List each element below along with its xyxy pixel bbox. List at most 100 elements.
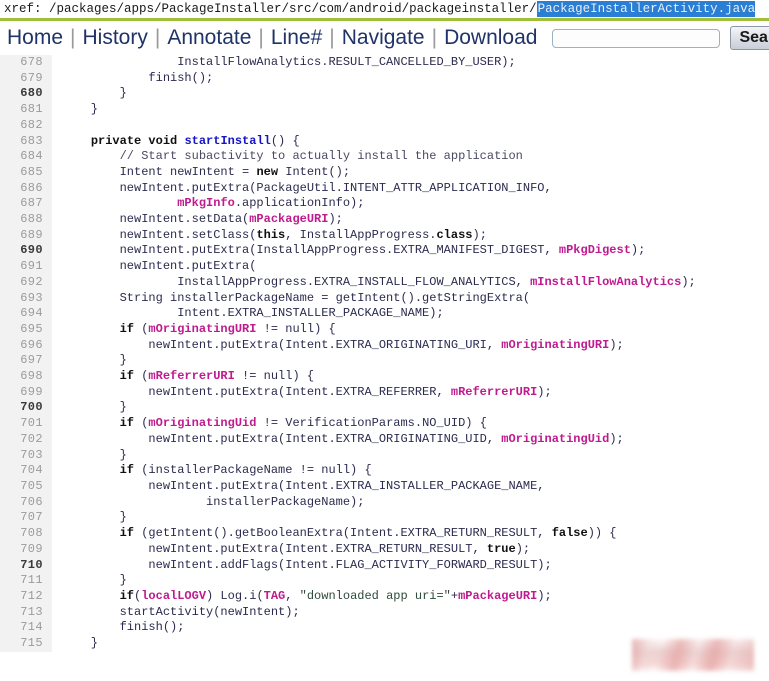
- line-number[interactable]: 687: [0, 196, 52, 213]
- code-line: 705 newIntent.putExtra(Intent.EXTRA_INST…: [0, 478, 769, 495]
- nav-link-download[interactable]: Download: [437, 24, 544, 52]
- line-number[interactable]: 711: [0, 573, 52, 589]
- xref-label: xref:: [4, 2, 50, 16]
- code-variable[interactable]: mOriginatingURI: [148, 322, 256, 336]
- code-line: 685 Intent newIntent = new Intent();: [0, 164, 769, 181]
- search-input[interactable]: [552, 28, 721, 48]
- line-number[interactable]: 679: [0, 70, 52, 87]
- line-number[interactable]: 698: [0, 369, 52, 385]
- code-line: 687 mPkgInfo.applicationInfo);: [0, 196, 769, 213]
- code-line-content: newIntent.setData(mPackageURI);: [52, 212, 769, 228]
- code-text: );: [472, 227, 487, 242]
- line-number[interactable]: 681: [0, 102, 52, 118]
- code-line-content: }: [52, 448, 769, 464]
- code-text: (: [134, 369, 149, 384]
- line-number[interactable]: 682: [0, 117, 52, 134]
- code-text: != null) {: [256, 321, 336, 336]
- line-number[interactable]: 699: [0, 384, 52, 401]
- nav-link-history[interactable]: History: [76, 24, 155, 52]
- line-number[interactable]: 707: [0, 510, 52, 527]
- code-keyword: if: [119, 526, 135, 541]
- line-number[interactable]: 712: [0, 588, 52, 605]
- xref-current-file[interactable]: PackageInstallerActivity.java: [536, 1, 756, 17]
- nav-link-annotate[interactable]: Annotate: [160, 24, 258, 52]
- code-text: );: [681, 274, 696, 289]
- search-group: Search: [552, 26, 769, 50]
- line-number[interactable]: 714: [0, 620, 52, 637]
- line-number[interactable]: 685: [0, 164, 52, 181]
- line-number[interactable]: 708: [0, 526, 52, 542]
- line-number[interactable]: 694: [0, 306, 52, 322]
- line-number[interactable]: 715: [0, 636, 52, 652]
- code-keyword: if: [119, 588, 135, 603]
- code-text: );: [537, 588, 552, 603]
- line-number[interactable]: 704: [0, 463, 52, 479]
- xref-path-link[interactable]: /packages/apps/PackageInstaller/src/com/…: [49, 2, 537, 16]
- line-number[interactable]: 686: [0, 180, 52, 197]
- code-line-content: newIntent.putExtra(Intent.EXTRA_ORIGINAT…: [52, 338, 769, 354]
- nav-link-home[interactable]: Home: [0, 24, 70, 52]
- line-number[interactable]: 680: [0, 86, 52, 103]
- line-number[interactable]: 692: [0, 274, 52, 291]
- code-variable[interactable]: mOriginatingUid: [501, 432, 609, 446]
- code-text: installerPackageName);: [62, 494, 365, 509]
- line-number[interactable]: 684: [0, 149, 52, 165]
- code-variable[interactable]: mOriginatingURI: [501, 338, 609, 352]
- line-number[interactable]: 689: [0, 227, 52, 244]
- line-number[interactable]: 705: [0, 478, 52, 495]
- code-text: InstallFlowAnalytics.RESULT_CANCELLED_BY…: [62, 55, 516, 69]
- line-number[interactable]: 693: [0, 290, 52, 307]
- line-number[interactable]: 703: [0, 447, 52, 464]
- line-number[interactable]: 700: [0, 400, 52, 417]
- search-button[interactable]: Search: [730, 26, 769, 50]
- code-line: 681 }: [0, 102, 769, 118]
- line-number[interactable]: 695: [0, 321, 52, 338]
- code-text: finish();: [62, 620, 185, 635]
- code-variable[interactable]: mReferrerURI: [451, 385, 537, 399]
- code-text: != null) {: [234, 369, 315, 384]
- code-text: }: [62, 636, 99, 651]
- code-variable[interactable]: localLOGV: [141, 589, 206, 603]
- code-line: 693 String installerPackageName = getInt…: [0, 290, 769, 307]
- code-definition-link[interactable]: startInstall: [184, 134, 270, 148]
- line-number[interactable]: 683: [0, 133, 52, 150]
- nav-link-line[interactable]: Line#: [264, 24, 329, 52]
- code-variable[interactable]: mReferrerURI: [148, 369, 234, 383]
- code-line-content: Intent newIntent = new Intent();: [52, 165, 769, 181]
- code-variable[interactable]: mPackageURI: [458, 589, 537, 603]
- line-number[interactable]: 710: [0, 557, 52, 574]
- code-variable[interactable]: mInstallFlowAnalytics: [530, 275, 681, 289]
- code-variable[interactable]: mPkgInfo: [177, 196, 235, 210]
- line-number[interactable]: 706: [0, 494, 52, 511]
- line-number[interactable]: 688: [0, 212, 52, 228]
- nav-link-navigate[interactable]: Navigate: [335, 24, 432, 52]
- code-line-content: newIntent.putExtra(Intent.EXTRA_RETURN_R…: [52, 542, 769, 558]
- line-number[interactable]: 701: [0, 416, 52, 432]
- code-variable[interactable]: mPackageURI: [249, 212, 328, 226]
- line-number[interactable]: 690: [0, 243, 52, 260]
- line-number[interactable]: 702: [0, 431, 52, 448]
- code-line-content: if (mOriginatingURI != null) {: [52, 322, 769, 338]
- code-variable[interactable]: TAG: [264, 589, 286, 603]
- code-keyword: true: [486, 541, 516, 556]
- code-variable[interactable]: mPkgDigest: [559, 243, 631, 257]
- code-variable[interactable]: mOriginatingUid: [148, 416, 256, 430]
- code-line: 695 if (mOriginatingURI != null) {: [0, 321, 769, 338]
- line-number[interactable]: 691: [0, 259, 52, 275]
- code-text: }: [62, 400, 127, 415]
- line-number[interactable]: 697: [0, 353, 52, 370]
- code-text: Intent.EXTRA_INSTALLER_PACKAGE_NAME);: [62, 306, 444, 321]
- code-line: 678 InstallFlowAnalytics.RESULT_CANCELLE…: [0, 55, 769, 71]
- code-line: 694 Intent.EXTRA_INSTALLER_PACKAGE_NAME)…: [0, 306, 769, 322]
- line-number[interactable]: 709: [0, 541, 52, 558]
- source-code-viewer[interactable]: 678 InstallFlowAnalytics.RESULT_CANCELLE…: [0, 55, 769, 681]
- line-number[interactable]: 713: [0, 604, 52, 621]
- line-number[interactable]: 696: [0, 337, 52, 354]
- code-line: 690 newIntent.putExtra(InstallAppProgres…: [0, 243, 769, 260]
- line-number[interactable]: 678: [0, 55, 52, 71]
- code-line-content: Intent.EXTRA_INSTALLER_PACKAGE_NAME);: [52, 306, 769, 322]
